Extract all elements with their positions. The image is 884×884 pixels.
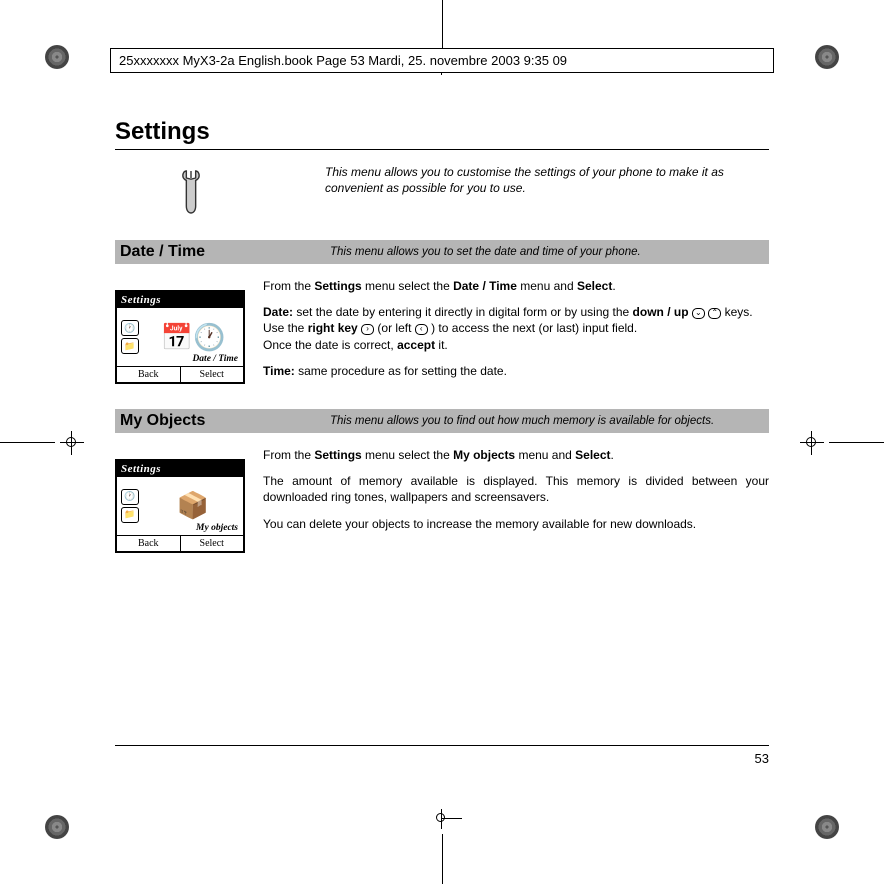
back-button: Back — [117, 536, 181, 551]
crop-mark-icon — [815, 45, 839, 69]
up-arrow-icon: ⌃ — [708, 308, 721, 319]
phone-menu-label: Date / Time — [192, 354, 238, 364]
wrench-icon — [177, 168, 205, 216]
select-button: Select — [181, 367, 244, 382]
folder-icon: 📁 — [121, 507, 139, 523]
settings-icon-col — [115, 164, 205, 216]
page-title: Settings — [115, 118, 769, 150]
crop-mark-right — [794, 423, 884, 463]
page-number: 53 — [755, 751, 769, 766]
paragraph: From the Settings menu select the Date /… — [263, 278, 769, 294]
left-arrow-icon: ‹ — [415, 324, 428, 335]
section-title: My Objects — [120, 412, 330, 430]
section-heading-my-objects: My Objects This menu allows you to find … — [115, 409, 769, 433]
bottom-rule — [115, 745, 769, 746]
down-arrow-icon: ⌄ — [692, 308, 705, 319]
crop-mark-icon — [45, 815, 69, 839]
crop-mark-icon — [45, 45, 69, 69]
crop-mark-icon — [815, 815, 839, 839]
intro-description: This menu allows you to customise the se… — [325, 164, 769, 216]
header-text: 25xxxxxxx MyX3-2a English.book Page 53 M… — [119, 53, 567, 68]
crop-mark-left — [0, 423, 90, 463]
paragraph: Date: set the date by entering it direct… — [263, 304, 769, 353]
right-arrow-icon: › — [361, 324, 374, 335]
phone-sidebar-icons: 🕐 📁 — [121, 489, 141, 523]
phone-header: Settings — [117, 461, 243, 477]
folder-icon: 📁 — [121, 338, 139, 354]
section-description: This menu allows you to set the date and… — [330, 246, 764, 258]
section-body-date-time: Settings 🕐 📁 📅🕐 Date / Time Back Select … — [115, 278, 769, 389]
document-header: 25xxxxxxx MyX3-2a English.book Page 53 M… — [110, 48, 774, 73]
phone-menu-label: My objects — [196, 523, 238, 533]
intro-row: This menu allows you to customise the se… — [115, 164, 769, 216]
section-title: Date / Time — [120, 243, 330, 261]
phone-screenshot: Settings 🕐 📁 📅🕐 Date / Time Back Select — [115, 278, 245, 389]
section-body-my-objects: Settings 🕐 📁 📦 My objects Back Select Fr… — [115, 447, 769, 553]
paragraph: You can delete your objects to increase … — [263, 516, 769, 532]
phone-footer: Back Select — [117, 366, 243, 382]
calendar-clock-icon: 📅🕐 — [147, 322, 239, 353]
phone-screenshot: Settings 🕐 📁 📦 My objects Back Select — [115, 447, 245, 553]
section-text: From the Settings menu select the My obj… — [263, 447, 769, 553]
phone-header: Settings — [117, 292, 243, 308]
select-button: Select — [181, 536, 244, 551]
clock-icon: 🕐 — [121, 320, 139, 336]
page-content: Settings This menu allows you to customi… — [115, 100, 769, 784]
phone-sidebar-icons: 🕐 📁 — [121, 320, 141, 354]
phone-footer: Back Select — [117, 535, 243, 551]
section-heading-date-time: Date / Time This menu allows you to set … — [115, 240, 769, 264]
section-description: This menu allows you to find out how muc… — [330, 415, 764, 427]
section-text: From the Settings menu select the Date /… — [263, 278, 769, 389]
paragraph: Time: same procedure as for setting the … — [263, 363, 769, 379]
box-icon: 📦 — [147, 490, 239, 521]
paragraph: The amount of memory available is displa… — [263, 473, 769, 505]
paragraph: From the Settings menu select the My obj… — [263, 447, 769, 463]
back-button: Back — [117, 367, 181, 382]
clock-icon: 🕐 — [121, 489, 139, 505]
